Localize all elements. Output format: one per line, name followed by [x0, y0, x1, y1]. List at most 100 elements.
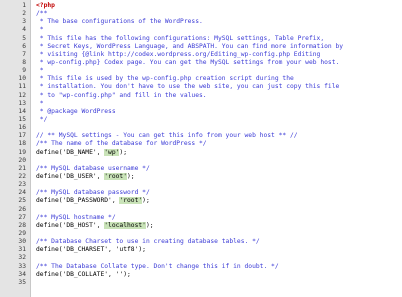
code-line[interactable]: 5 * This file has the following configur… — [0, 35, 402, 43]
code-text: // ** MySQL settings - You can get this … — [36, 132, 298, 140]
code-comment: * The base configurations of the WordPre… — [36, 18, 203, 26]
line-number: 4 — [22, 26, 26, 34]
code-line[interactable]: 29 — [0, 230, 402, 238]
line-number: 20 — [18, 156, 26, 164]
line-number: 27 — [18, 213, 26, 221]
line-number: 24 — [18, 189, 26, 197]
string-literal: 'root' — [104, 172, 127, 180]
line-number: 22 — [18, 172, 26, 180]
code-line[interactable]: 35 — [0, 279, 402, 287]
code-token: define('DB_HOST', — [36, 221, 105, 229]
line-number: 19 — [18, 148, 26, 156]
code-line[interactable]: 24 /** MySQL database password */ — [0, 189, 402, 197]
line-number: 35 — [18, 278, 26, 286]
line-number: 25 — [18, 197, 26, 205]
code-token: define('DB_CHARSET', 'utf8'); — [36, 246, 146, 254]
code-comment: /** MySQL database username */ — [36, 164, 150, 172]
code-text: * Secret Keys, WordPress Language, and A… — [36, 43, 343, 51]
code-text: */ — [36, 116, 48, 124]
string-literal: 'wp' — [104, 148, 120, 156]
code-text: * — [36, 100, 44, 108]
code-line[interactable]: 19 define('DB_NAME', 'wp'); — [0, 148, 402, 157]
code-text: /** MySQL database password */ — [36, 189, 150, 197]
line-number: 7 — [22, 50, 26, 58]
code-line[interactable]: 34 define('DB_COLLATE', ''); — [0, 271, 402, 279]
code-line[interactable]: 8 * wp-config.php} Codex page. You can g… — [0, 59, 402, 67]
line-number: 12 — [18, 91, 26, 99]
code-text: <?php — [36, 2, 55, 10]
code-lines: 1 <?php 2/** 3 * The base configurations of… — [0, 2, 402, 287]
code-line[interactable]: 32 — [0, 254, 402, 262]
code-line[interactable]: 31 define('DB_CHARSET', 'utf8'); — [0, 246, 402, 254]
code-line[interactable]: 7 * visiting {@link http://codex.wordpre… — [0, 51, 402, 59]
code-line[interactable]: 1 <?php — [0, 2, 402, 10]
code-text: /** The name of the database for WordPre… — [36, 140, 207, 148]
code-comment: * wp-config.php} Codex page. You can get… — [36, 58, 340, 66]
code-line[interactable]: 33 /** The Database Collate type. Don't c… — [0, 263, 402, 271]
code-text: * — [36, 26, 44, 34]
line-number: 13 — [18, 99, 26, 107]
code-line[interactable]: 4 * — [0, 26, 402, 34]
code-line[interactable]: 2 /** — [0, 10, 402, 18]
code-text: * @package WordPress — [36, 108, 116, 116]
line-number: 9 — [22, 67, 26, 75]
code-comment: // ** MySQL settings - You can get this … — [36, 132, 298, 140]
code-line[interactable]: 3 * The base configurations of the WordP… — [0, 18, 402, 26]
code-line[interactable]: 27 /** MySQL hostname */ — [0, 214, 402, 222]
code-line[interactable]: 20 — [0, 157, 402, 165]
code-line[interactable]: 28 define('DB_HOST', 'localhost'); — [0, 221, 402, 230]
line-number: 3 — [22, 18, 26, 26]
code-text: * visiting {@link http://codex.wordpress… — [36, 51, 321, 59]
code-line[interactable]: 10 * This file is used by the wp-config.… — [0, 75, 402, 83]
line-number: 16 — [18, 124, 26, 132]
code-comment: /** The Database Collate type. Don't cha… — [36, 262, 279, 270]
code-text: * to "wp-config.php" and fill in the val… — [36, 92, 207, 100]
line-number: 15 — [18, 115, 26, 123]
code-line[interactable]: 26 — [0, 206, 402, 214]
line-number: 14 — [18, 107, 26, 115]
code-comment: /** The name of the database for WordPre… — [36, 140, 207, 148]
code-token: define('DB_PASSWORD', — [36, 197, 120, 205]
code-line[interactable]: 18 /** The name of the database for WordP… — [0, 140, 402, 148]
code-line[interactable]: 23 — [0, 181, 402, 189]
code-line[interactable]: 22 define('DB_USER', 'root'); — [0, 172, 402, 181]
code-line[interactable]: 13 * — [0, 100, 402, 108]
code-text: * installation. You don't have to use th… — [36, 83, 340, 91]
line-number: 17 — [18, 132, 26, 140]
code-editor[interactable]: 1 <?php 2/** 3 * The base configurations of… — [0, 0, 402, 297]
code-line[interactable]: 14 * @package WordPress — [0, 108, 402, 116]
code-token: ); — [142, 197, 150, 205]
code-token: ); — [127, 172, 135, 180]
code-text: /** The Database Collate type. Don't cha… — [36, 263, 279, 271]
code-line[interactable]: 12 * to "wp-config.php" and fill in the … — [0, 92, 402, 100]
code-text: * — [36, 67, 44, 75]
code-text: define('DB_CHARSET', 'utf8'); — [36, 246, 146, 254]
code-line[interactable]: 9 * — [0, 67, 402, 75]
line-number: 21 — [18, 164, 26, 172]
code-comment: * This file has the following configurat… — [36, 34, 325, 42]
code-token: ); — [119, 148, 128, 156]
code-comment: /** MySQL database password */ — [36, 189, 150, 197]
code-line[interactable]: 30 /** Database Charset to use in creatin… — [0, 238, 402, 246]
code-line[interactable]: 6 * Secret Keys, WordPress Language, and… — [0, 43, 402, 51]
code-comment: * — [36, 67, 44, 75]
code-line[interactable]: 15 */ — [0, 116, 402, 124]
line-number: 33 — [18, 262, 26, 270]
code-text: /** MySQL hostname */ — [36, 214, 116, 222]
code-line[interactable]: 25 define('DB_PASSWORD', 'root'); — [0, 197, 402, 205]
line-number: 32 — [18, 254, 26, 262]
code-line[interactable]: 21 /** MySQL database username */ — [0, 165, 402, 173]
string-literal: 'root' — [119, 197, 143, 205]
code-text: /** MySQL database username */ — [36, 165, 150, 173]
code-line[interactable]: 17 // ** MySQL settings - You can get thi… — [0, 132, 402, 140]
code-comment: * @package WordPress — [36, 107, 116, 115]
code-line[interactable]: 11 * installation. You don't have to use… — [0, 83, 402, 91]
line-number: 23 — [18, 181, 26, 189]
line-number: 28 — [18, 221, 26, 229]
code-comment: /** Database Charset to use in creating … — [36, 238, 260, 246]
code-line[interactable]: 16 — [0, 124, 402, 132]
line-number: 5 — [22, 34, 26, 42]
code-text: * This file is used by the wp-config.php… — [36, 75, 294, 83]
code-text: * wp-config.php} Codex page. You can get… — [36, 58, 340, 67]
line-number: 2 — [22, 10, 26, 18]
